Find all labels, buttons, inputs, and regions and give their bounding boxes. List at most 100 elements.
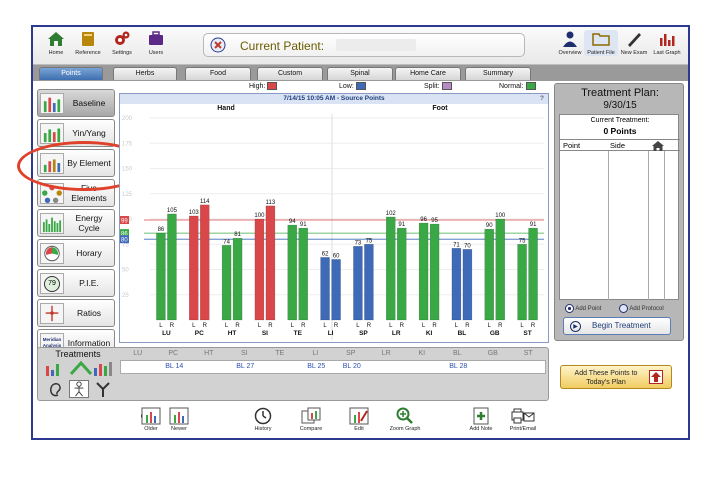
add-point-button[interactable]: Add Point [565, 304, 601, 313]
bar [451, 248, 462, 321]
bar [320, 257, 330, 321]
col-point: Point [563, 141, 581, 150]
treatment-table-divider [608, 151, 609, 300]
history-button[interactable]: History [239, 407, 287, 432]
pen-icon [628, 33, 641, 47]
category-label: SI [262, 330, 268, 337]
treatment-bars-icon[interactable] [44, 360, 68, 376]
side-label: R [367, 323, 372, 329]
treatment-arrows-icon[interactable] [69, 360, 93, 376]
category-label: PC [195, 330, 204, 337]
bar [331, 259, 341, 321]
bar [265, 205, 276, 321]
sidebar-item-label: Energy Cycle [75, 213, 103, 233]
new-exam-button[interactable]: New Exam [617, 30, 651, 56]
sidebar-item-energy-cycle[interactable]: Energy Cycle [37, 209, 115, 237]
newer-button[interactable]: Newer [155, 407, 203, 432]
chart-help-icon[interactable]: ? [540, 94, 544, 104]
bar [495, 218, 505, 321]
side-label: L [389, 323, 393, 329]
add-note-button[interactable]: Add Note [457, 407, 505, 432]
bar-value-label: 91 [300, 222, 307, 228]
clock-icon [254, 407, 272, 425]
reference-button[interactable]: Reference [71, 30, 105, 56]
patient-file-button[interactable]: Patient File [584, 30, 618, 56]
legend-split-swatch [441, 82, 452, 90]
current-patient-field[interactable]: Current Patient: [203, 33, 525, 57]
users-button[interactable]: Users [139, 30, 173, 56]
compare-button[interactable]: Compare [287, 407, 335, 432]
side-label: L [258, 323, 262, 329]
ear-icon[interactable] [47, 380, 63, 398]
sidebar-item-baseline[interactable]: Baseline [37, 89, 115, 117]
pie-gauge-icon: 79 [40, 273, 64, 294]
sidebar-item-horary[interactable]: Horary [37, 239, 115, 267]
bar-value-label: 114 [200, 199, 210, 205]
group-foot: Foot [432, 105, 448, 112]
treatment-points-row: BL 14 BL 27 BL 25 BL 20 BL 28 [120, 360, 546, 374]
bar-value-label: 103 [189, 210, 200, 216]
bar [156, 232, 166, 321]
home-button[interactable]: Home [39, 30, 73, 56]
legend-normal-label: Normal: [499, 82, 524, 90]
y-tick-label: 200 [122, 116, 133, 122]
add-note-icon [473, 407, 489, 425]
bar [221, 245, 232, 321]
bar-value-label: 60 [333, 253, 340, 259]
tab-food[interactable]: Food [185, 67, 251, 80]
tab-home-care[interactable]: Home Care [395, 67, 461, 80]
tab-custom[interactable]: Custom [257, 67, 323, 80]
treatment-point[interactable]: BL 25 [299, 363, 335, 370]
meridian-header: LR [381, 350, 391, 357]
y-tick-label: 125 [122, 192, 133, 198]
print-email-button[interactable]: Print/Email [499, 407, 547, 432]
print-email-icon [511, 408, 535, 424]
gears-icon [115, 31, 130, 45]
sidebar-item-label: P.I.E. [79, 278, 99, 288]
treatment-point[interactable]: BL 27 [228, 363, 264, 370]
reference-label: 99 [121, 219, 128, 225]
category-label: LI [328, 330, 334, 337]
settings-button[interactable]: Settings [105, 30, 139, 56]
bar-value-label: 62 [322, 251, 329, 257]
settings-label: Settings [112, 50, 132, 56]
overview-button[interactable]: Overview [553, 30, 587, 56]
meridian-header: SI [240, 350, 248, 357]
tab-spinal[interactable]: Spinal [327, 67, 393, 80]
tab-points[interactable]: Points [39, 67, 103, 80]
last-graph-button[interactable]: Last Graph [650, 30, 684, 56]
meridian-branch-icon[interactable] [94, 380, 112, 398]
app-window: Home Reference Settings Users Current Pa… [17, 25, 690, 440]
play-icon: ▶ [570, 321, 581, 332]
zoom-label: Zoom Graph [389, 426, 421, 432]
bar [364, 244, 374, 321]
new-exam-label: New Exam [620, 50, 648, 56]
tab-herbs[interactable]: Herbs [113, 67, 177, 80]
zoom-icon [396, 407, 413, 424]
clear-patient-icon[interactable] [210, 37, 226, 53]
sidebar-item-ratios[interactable]: Ratios [37, 299, 115, 327]
sidebar-item-pie[interactable]: 79 P.I.E. [37, 269, 115, 297]
treatment-point[interactable]: BL 28 [441, 363, 477, 370]
treatment-point[interactable]: BL 14 [157, 363, 193, 370]
treatment-mixed-bars-icon[interactable] [92, 360, 114, 376]
add-points-to-plan-button[interactable]: Add These Points to Today's Plan [560, 365, 672, 389]
edit-button[interactable]: Edit [335, 407, 383, 432]
current-patient-label: Current Patient: [240, 39, 325, 53]
begin-treatment-button[interactable]: ▶ Begin Treatment [563, 317, 671, 335]
treatment-point[interactable]: BL 20 [334, 363, 370, 370]
tab-summary[interactable]: Summary [465, 67, 531, 80]
home-label: Home [48, 50, 64, 56]
bar [353, 246, 363, 321]
bar-value-label: 81 [234, 232, 241, 238]
bar-value-label: 95 [431, 218, 438, 224]
body-icon[interactable] [69, 380, 89, 398]
last-graph-label: Last Graph [653, 50, 681, 56]
zoom-graph-button[interactable]: Zoom Graph [381, 407, 429, 432]
legend-high-label: High: [249, 82, 266, 90]
y-tick-label: 50 [122, 268, 129, 274]
treatment-meridian-headers: LU PC HT SI TE LI SP LR KI BL GB ST [120, 350, 546, 360]
add-point-label: Add Point [575, 306, 602, 313]
add-protocol-button[interactable]: Add Protocol [619, 304, 664, 313]
bar-value-label: 91 [530, 222, 537, 228]
